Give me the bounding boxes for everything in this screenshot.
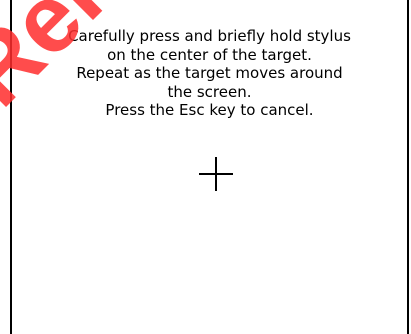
crosshair-icon[interactable] bbox=[199, 157, 233, 191]
instruction-line: the screen. bbox=[167, 82, 252, 101]
calibration-instructions: Carefully press and briefly hold stylus … bbox=[12, 27, 407, 120]
right-border bbox=[407, 0, 409, 334]
instruction-line: Carefully press and briefly hold stylus bbox=[68, 27, 351, 45]
instruction-line: Press the Esc key to cancel. bbox=[105, 101, 314, 119]
calibration-screen[interactable]: Carefully press and briefly hold stylus … bbox=[0, 0, 411, 334]
instruction-line: on the center of the target. bbox=[107, 45, 312, 64]
instruction-line: Repeat as the target moves around bbox=[76, 64, 343, 82]
crosshair-vertical bbox=[215, 157, 217, 191]
